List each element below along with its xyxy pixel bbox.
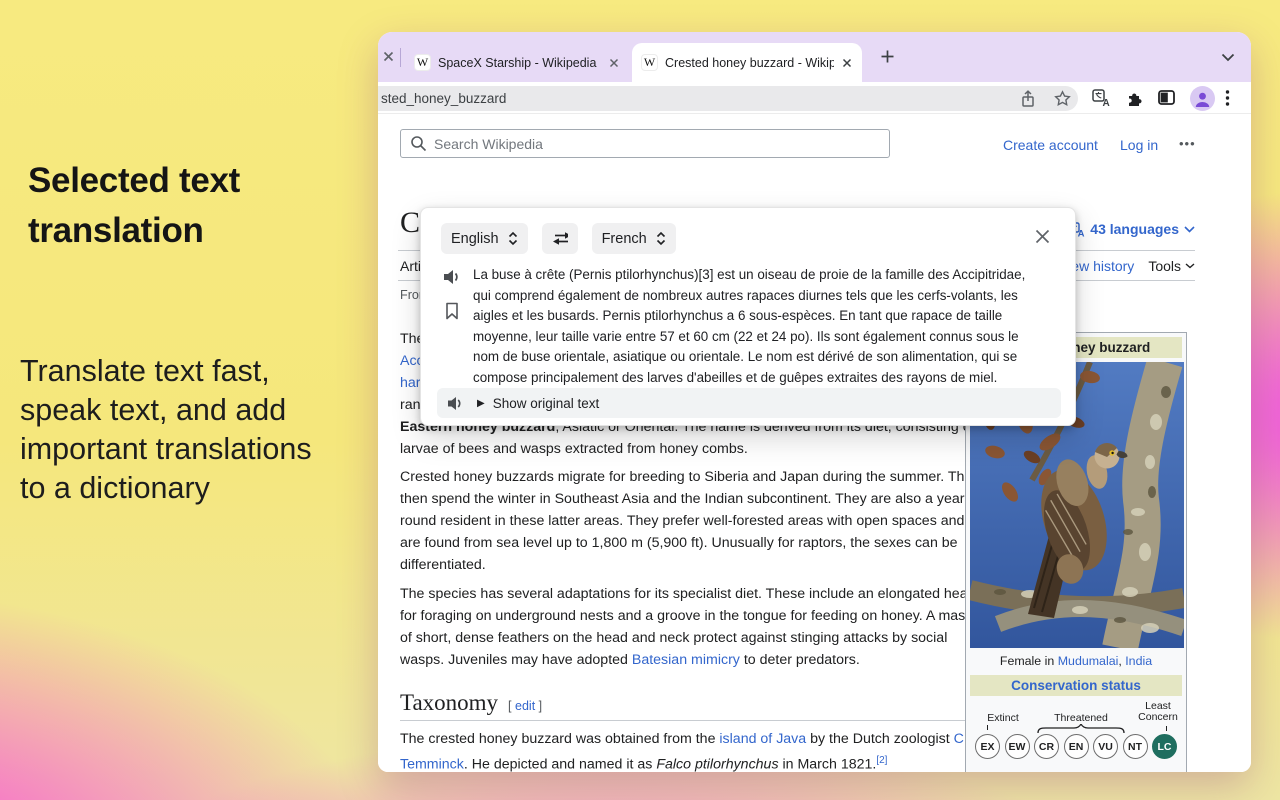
status-nt: NT [1123, 734, 1148, 759]
user-menu-icon[interactable]: ••• [1179, 136, 1196, 151]
browser-menu-icon[interactable] [1225, 89, 1230, 107]
search-icon [410, 135, 427, 152]
new-tab-icon[interactable] [880, 49, 895, 64]
translate-icon[interactable]: A [1092, 89, 1111, 107]
close-icon[interactable] [608, 57, 620, 69]
target-language-select[interactable]: French [592, 223, 676, 254]
mudumalai-link[interactable]: Mudumalai [1058, 654, 1119, 668]
tab-title: Crested honey buzzard - Wikip [665, 56, 834, 70]
threatened-label: Threatened [1040, 712, 1122, 724]
swap-arrows-icon [552, 231, 568, 246]
threatened-brace [1036, 724, 1126, 734]
extensions-puzzle-icon[interactable] [1126, 90, 1143, 107]
svg-text:A: A [1103, 98, 1110, 107]
taxonomy-heading: Taxonomy[ edit ] [400, 690, 542, 716]
languages-label: 43 languages [1090, 221, 1179, 237]
marketing-background: Selected texttranslation Translate text … [0, 0, 1280, 800]
log-in-link[interactable]: Log in [1120, 137, 1158, 153]
reference-2[interactable]: [2] [876, 755, 887, 766]
url-text: sted_honey_buzzard [381, 86, 506, 111]
source-language-select[interactable]: English [441, 223, 528, 254]
speak-original-icon[interactable] [447, 396, 464, 411]
status-lc: LC [1152, 734, 1177, 759]
status-circles: EX EW CR EN VU NT LC [970, 734, 1182, 759]
chevron-down-icon [1184, 226, 1195, 233]
close-icon[interactable] [841, 57, 853, 69]
conservation-scale: Extinct Threatened LeastConcern EX EW CR… [970, 700, 1182, 766]
translated-text: La buse à crête (Pernis ptilorhynchus)[3… [473, 265, 1025, 389]
status-ew: EW [1005, 734, 1030, 759]
tools-menu[interactable]: Tools [1148, 258, 1195, 274]
island-of-java-link[interactable]: island of Java [719, 731, 806, 747]
wikipedia-search-input[interactable]: Search Wikipedia [400, 129, 890, 158]
close-icon[interactable] [382, 50, 395, 63]
sort-chevrons-icon [656, 231, 666, 246]
browser-toolbar: sted_honey_buzzard A [378, 82, 1251, 114]
extinct-label: Extinct [976, 712, 1030, 724]
tab-strip: W SpaceX Starship - Wikipedia W Crested … [378, 32, 1251, 82]
popup-header: English French [441, 223, 676, 254]
chevron-down-icon [1185, 263, 1195, 269]
promo-body: Translate text fast,speak text, and addi… [20, 352, 312, 508]
speak-translation-icon[interactable] [443, 269, 462, 285]
show-original-label: Show original text [493, 396, 600, 411]
status-en: EN [1064, 734, 1089, 759]
tab-spacex[interactable]: W SpaceX Starship - Wikipedia [408, 43, 626, 82]
india-link[interactable]: India [1125, 654, 1152, 668]
tab-search-chevron-icon[interactable] [1221, 53, 1235, 62]
promo-heading: Selected texttranslation [28, 156, 240, 256]
show-original-row[interactable]: ▶ Show original text [437, 388, 1061, 418]
bookmark-star-icon[interactable] [1054, 90, 1071, 107]
migration-paragraph: Crested honey buzzards migrate for breed… [400, 466, 980, 576]
wikipedia-favicon: W [414, 54, 431, 71]
languages-button[interactable]: A 43 languages [1069, 221, 1195, 237]
side-panel-icon[interactable] [1158, 90, 1175, 105]
profile-avatar[interactable] [1190, 86, 1215, 111]
tab-divider [400, 48, 401, 67]
translation-popup: English French [420, 207, 1076, 426]
batesian-mimicry-link[interactable]: Batesian mimicry [632, 652, 740, 668]
swap-languages-button[interactable] [542, 223, 578, 254]
conservation-status-header[interactable]: Conservation status [970, 675, 1182, 696]
sort-chevrons-icon [508, 231, 518, 246]
photo-caption: Female in Mudumalai, India [970, 654, 1182, 668]
tab-title: SpaceX Starship - Wikipedia [438, 56, 601, 70]
url-bar[interactable]: sted_honey_buzzard [378, 86, 1078, 111]
save-to-dictionary-bookmark-icon[interactable] [445, 302, 459, 320]
tab-crested-honey-buzzard[interactable]: W Crested honey buzzard - Wikip [632, 43, 862, 82]
share-icon[interactable] [1020, 90, 1036, 108]
status-ex: EX [975, 734, 1000, 759]
wikipedia-favicon: W [641, 54, 658, 71]
least-concern-tick [1166, 726, 1167, 731]
svg-text:A: A [1078, 228, 1085, 237]
edit-link[interactable]: edit [515, 699, 535, 713]
least-concern-label: LeastConcern [1132, 701, 1184, 723]
search-placeholder: Search Wikipedia [434, 136, 543, 152]
extinct-tick [987, 725, 988, 730]
status-cr: CR [1034, 734, 1059, 759]
adaptations-paragraph: The species has several adaptations for … [400, 583, 980, 671]
close-popup-icon[interactable] [1034, 228, 1051, 245]
heading-divider [400, 720, 980, 721]
expand-triangle-icon: ▶ [477, 398, 485, 409]
status-vu: VU [1093, 734, 1118, 759]
create-account-link[interactable]: Create account [1003, 137, 1098, 153]
taxonomy-paragraph: The crested honey buzzard was obtained f… [400, 728, 980, 772]
